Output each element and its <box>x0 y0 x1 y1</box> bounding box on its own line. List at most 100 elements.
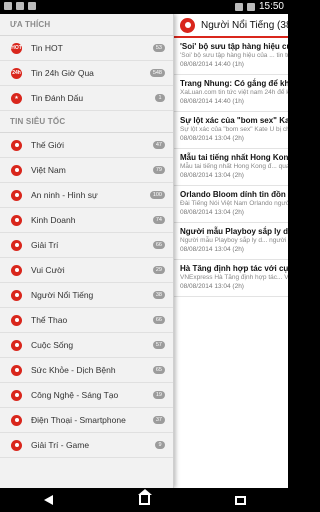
menu-item-label: Cuộc Sống <box>31 340 74 350</box>
count-badge: 66 <box>152 316 165 324</box>
article-item[interactable]: Trang Nhung: Có gắng để không đóng phim … <box>174 75 288 112</box>
count-badge: 53 <box>152 44 165 52</box>
count-badge: 79 <box>152 166 165 174</box>
article-title: Trang Nhung: Có gắng để không đóng phim … <box>180 79 288 88</box>
article-time: 08/08/2014 14:40 (1h) <box>180 98 244 105</box>
battery-icon <box>246 2 255 11</box>
navigation-drawer: ƯA THÍCH HOT Tin HOT 53 24h Tin 24h Giờ Qua 54… <box>0 14 174 488</box>
drawer-menu-item[interactable]: Người Nổi Tiếng 38 <box>0 283 173 308</box>
drawer-menu-item[interactable]: 24h Tin 24h Giờ Qua 548 <box>0 61 173 86</box>
menu-item-label: Việt Nam <box>31 165 66 175</box>
article-item[interactable]: Hà Tăng định hợp tác với cựu VNExpressVN… <box>174 260 288 297</box>
menu-item-label: Giải Trí - Game <box>31 440 90 450</box>
article-item[interactable]: Sự lột xác của "bom sex" Kate TríSự lột … <box>174 112 288 149</box>
count-badge: 9 <box>155 441 165 449</box>
count-badge: 19 <box>152 391 165 399</box>
category-icon <box>11 214 22 226</box>
article-item[interactable]: Người mẫu Playboy sắp ly d... Người mẫu P… <box>174 223 288 260</box>
article-time: 08/08/2014 13:04 (2h) <box>180 172 244 179</box>
24h-icon: 24h <box>11 67 22 79</box>
menu-item-label: Thể Thao <box>31 315 68 325</box>
drawer-menu-item[interactable]: Cuộc Sống 57 <box>0 333 173 358</box>
drawer-menu-item[interactable]: Vui Cười 29 <box>0 258 173 283</box>
home-icon <box>137 489 152 505</box>
status-notifications <box>4 2 36 10</box>
drawer-menu-item[interactable]: Công Nghệ - Sáng Tạo 19 <box>0 383 173 408</box>
menu-item-label: Sức Khỏe - Dịch Bệnh <box>31 365 116 375</box>
count-badge: 37 <box>152 416 165 424</box>
count-badge: 47 <box>152 141 165 149</box>
menu-item-label: Tin Đánh Dấu <box>31 93 84 103</box>
article-title: Người mẫu Playboy sắp ly d... <box>180 227 288 236</box>
drawer-menu-item[interactable]: ★ Tin Đánh Dấu 1 <box>0 86 173 111</box>
star-icon: ★ <box>11 92 22 104</box>
article-item[interactable]: 'Soi' bộ sưu tập hàng hiệu của XaLuan.co… <box>174 38 288 75</box>
category-icon <box>11 364 22 376</box>
hot-icon: HOT <box>11 42 22 54</box>
article-title: Mẫu tai tiếng nhất Hong Kong <box>180 153 288 162</box>
drawer-menu-item[interactable]: An ninh - Hình sự 100 <box>0 183 173 208</box>
drawer-menu-item[interactable]: Giải Trí - Game 9 <box>0 433 173 458</box>
status-system: 15:50 <box>234 1 284 12</box>
system-nav-bar <box>0 488 288 512</box>
menu-item-label: Người Nổi Tiếng <box>31 290 94 300</box>
category-icon <box>11 264 22 276</box>
count-badge: 548 <box>149 69 165 77</box>
drawer-menu-item[interactable]: Kinh Doanh 74 <box>0 208 173 233</box>
count-badge: 38 <box>152 291 165 299</box>
category-icon <box>11 239 22 251</box>
article-title: Hà Tăng định hợp tác với cựu VNExpress <box>180 264 288 273</box>
menu-item-label: Giải Trí <box>31 240 59 250</box>
notification-icon <box>16 2 24 10</box>
category-header[interactable]: Người Nổi Tiếng (38) <box>174 14 288 38</box>
drawer-menu-item[interactable]: Sức Khỏe - Dịch Bệnh 65 <box>0 358 173 383</box>
count-badge: 66 <box>152 241 165 249</box>
menu-item-label: Thế Giới <box>31 140 64 150</box>
status-time: 15:50 <box>258 1 284 12</box>
home-button[interactable] <box>136 489 152 507</box>
count-badge: 29 <box>152 266 165 274</box>
recent-apps-button[interactable] <box>232 493 248 507</box>
notification-icon <box>28 2 36 10</box>
article-item[interactable]: Mẫu tai tiếng nhất Hong Kong Mẫu tai tiến… <box>174 149 288 186</box>
status-bar: 15:50 <box>0 0 288 14</box>
article-snippet: VNExpress Hà Tăng định hợp tác... VNExpr… <box>180 274 288 281</box>
drawer-menu-item[interactable]: Giải Trí 66 <box>0 233 173 258</box>
category-icon <box>11 189 22 201</box>
drawer-menu-item[interactable]: Việt Nam 79 <box>0 158 173 183</box>
article-item[interactable]: Orlando Bloom dính tin đồn Đài Tiếng Nói… <box>174 186 288 223</box>
article-time: 08/08/2014 13:04 (2h) <box>180 246 244 253</box>
drawer-menu-item[interactable]: Thể Thao 66 <box>0 308 173 333</box>
menu-item-label: Tin HOT <box>31 43 63 53</box>
category-icon <box>11 439 22 451</box>
drawer-menu-item[interactable]: Điện Thoại - Smartphone 37 <box>0 408 173 433</box>
article-snippet: XaLuan.com tin tức việt nam 24h để không… <box>180 89 288 96</box>
article-snippet: 'Soi' bộ sưu tập hàng hiệu của ... tin t… <box>180 52 288 59</box>
article-snippet: Mẫu tai tiếng nhất Hong Kong đ... quay c… <box>180 163 288 170</box>
menu-item-label: Vui Cười <box>31 265 65 275</box>
notification-icon <box>4 2 12 10</box>
drawer-content: ƯA THÍCH HOT Tin HOT 53 24h Tin 24h Giờ Qua 54… <box>0 14 173 458</box>
article-time: 08/08/2014 13:04 (2h) <box>180 135 244 142</box>
menu-item-label: Kinh Doanh <box>31 215 76 225</box>
drawer-menu-item[interactable]: Thế Giới 47 <box>0 133 173 158</box>
article-title: Orlando Bloom dính tin đồn Đài Tiếng Nói… <box>180 190 288 199</box>
count-badge: 57 <box>152 341 165 349</box>
drawer-section-title: TIN SIÊU TỐC <box>0 111 173 133</box>
menu-item-label: Công Nghệ - Sáng Tạo <box>31 390 119 400</box>
category-icon <box>11 289 22 301</box>
category-title: Người Nổi Tiếng (38) <box>201 19 288 31</box>
count-badge: 74 <box>152 216 165 224</box>
article-time: 08/08/2014 14:40 (1h) <box>180 61 244 68</box>
drawer-menu-item[interactable]: HOT Tin HOT 53 <box>0 36 173 61</box>
back-icon <box>43 495 53 505</box>
menu-item-label: An ninh - Hình sự <box>31 190 98 200</box>
count-badge: 65 <box>152 366 165 374</box>
category-icon <box>11 164 22 176</box>
article-snippet: Sự lột xác của "bom sex" Kate U bị chỉ t… <box>180 126 288 133</box>
back-button[interactable] <box>40 493 56 507</box>
article-title: Sự lột xác của "bom sex" Kate Trí <box>180 116 288 125</box>
count-badge: 1 <box>155 94 165 102</box>
article-time: 08/08/2014 13:04 (2h) <box>180 209 244 216</box>
article-snippet: Đài Tiếng Nói Việt Nam Orlando người mẫu… <box>180 200 288 207</box>
